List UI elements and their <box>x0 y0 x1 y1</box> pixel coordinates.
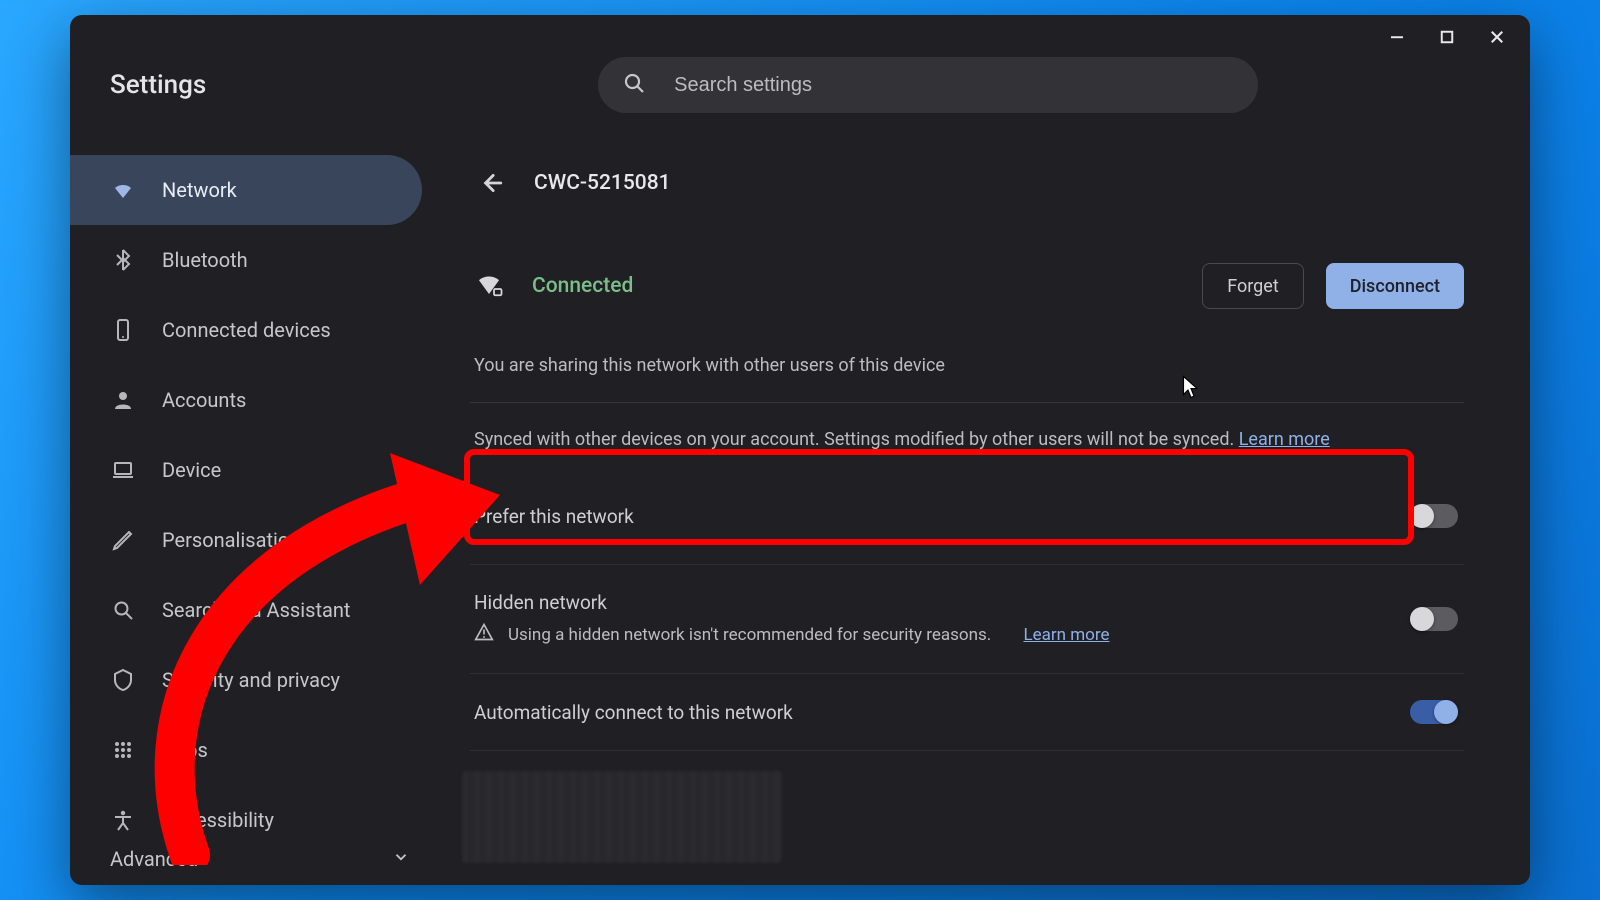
search-input[interactable] <box>674 74 1234 97</box>
hidden-learn-more-link[interactable]: Learn more <box>1023 625 1109 645</box>
advanced-expander[interactable]: Advanced <box>470 869 1464 885</box>
sidebar-item-label: Device <box>162 458 221 482</box>
advanced-label: Advanced <box>110 847 198 871</box>
sync-notice-line: Synced with other devices on your accoun… <box>470 429 1464 450</box>
accessibility-icon <box>110 808 136 832</box>
sidebar-item-label: Accounts <box>162 388 246 412</box>
app-title: Settings <box>110 70 206 100</box>
share-notice: You are sharing this network with other … <box>470 355 1464 376</box>
sidebar-item-bluetooth[interactable]: Bluetooth <box>70 225 422 295</box>
page-header: CWC-5215081 <box>470 155 1464 211</box>
sidebar: Network Bluetooth Connected devices Acco… <box>70 155 470 885</box>
search-icon <box>622 71 646 99</box>
maximize-button[interactable] <box>1436 26 1458 48</box>
minimize-button[interactable] <box>1386 26 1408 48</box>
sidebar-item-network[interactable]: Network <box>70 155 422 225</box>
mouse-cursor-icon <box>1182 375 1200 399</box>
close-button[interactable] <box>1486 26 1508 48</box>
sidebar-item-label: Connected devices <box>162 318 331 342</box>
sidebar-item-accessibility[interactable]: Accessibility <box>70 785 422 855</box>
sidebar-advanced-toggle[interactable]: Advanced <box>110 847 410 871</box>
hidden-network-warning: Using a hidden network isn't recommended… <box>508 625 991 645</box>
learn-more-link[interactable]: Learn more <box>1239 429 1330 450</box>
content-pane: CWC-5215081 Connected Forget Disconnect … <box>470 155 1530 885</box>
sidebar-item-device[interactable]: Device <box>70 435 422 505</box>
connection-status-row: Connected Forget Disconnect <box>470 263 1464 309</box>
pencil-icon <box>110 528 136 552</box>
network-name-title: CWC-5215081 <box>534 171 671 195</box>
shield-icon <box>110 668 136 692</box>
auto-connect-toggle[interactable] <box>1410 700 1458 724</box>
search-bar[interactable] <box>598 57 1258 113</box>
sidebar-item-label: Personalisation <box>162 528 300 552</box>
hidden-network-toggle[interactable] <box>1410 607 1458 631</box>
laptop-icon <box>110 458 136 482</box>
back-button[interactable] <box>474 166 508 200</box>
sidebar-item-label: Network <box>162 178 237 202</box>
sync-notice-text: Synced with other devices on your accoun… <box>474 429 1234 450</box>
connection-status: Connected <box>532 274 633 298</box>
sidebar-item-label: Accessibility <box>162 808 274 832</box>
prefer-network-row: Prefer this network <box>470 468 1464 565</box>
sidebar-item-label: Apps <box>162 738 208 762</box>
app-header: Settings <box>70 15 1530 155</box>
phone-icon <box>110 318 136 342</box>
bluetooth-icon <box>110 248 136 272</box>
disconnect-button[interactable]: Disconnect <box>1326 263 1464 309</box>
person-icon <box>110 388 136 412</box>
auto-connect-row: Automatically connect to this network <box>470 674 1464 751</box>
wifi-secure-icon <box>474 269 504 303</box>
hidden-network-row: Hidden network Using a hidden network is… <box>470 565 1464 674</box>
sidebar-item-label: Search and Assistant <box>162 598 350 622</box>
sidebar-item-connected-devices[interactable]: Connected devices <box>70 295 422 365</box>
window-titlebar <box>1364 15 1530 59</box>
sidebar-item-security-privacy[interactable]: Security and privacy <box>70 645 422 715</box>
wifi-icon <box>110 178 136 202</box>
warning-icon <box>474 622 494 647</box>
auto-connect-label: Automatically connect to this network <box>474 701 793 724</box>
sidebar-item-search-assistant[interactable]: Search and Assistant <box>70 575 422 645</box>
sidebar-item-label: Security and privacy <box>162 668 340 692</box>
sidebar-item-label: Bluetooth <box>162 248 248 272</box>
settings-window: Settings Network Bluetooth <box>70 15 1530 885</box>
hidden-network-label: Hidden network <box>474 591 1109 614</box>
prefer-network-label: Prefer this network <box>474 505 634 528</box>
forget-button[interactable]: Forget <box>1202 263 1304 309</box>
apps-icon <box>110 738 136 762</box>
chevron-down-icon <box>392 847 410 871</box>
sidebar-item-personalisation[interactable]: Personalisation <box>70 505 422 575</box>
sidebar-item-apps[interactable]: Apps <box>70 715 422 785</box>
search-icon <box>110 598 136 622</box>
redacted-block <box>462 771 782 863</box>
prefer-network-toggle[interactable] <box>1410 504 1458 528</box>
sidebar-item-accounts[interactable]: Accounts <box>70 365 422 435</box>
